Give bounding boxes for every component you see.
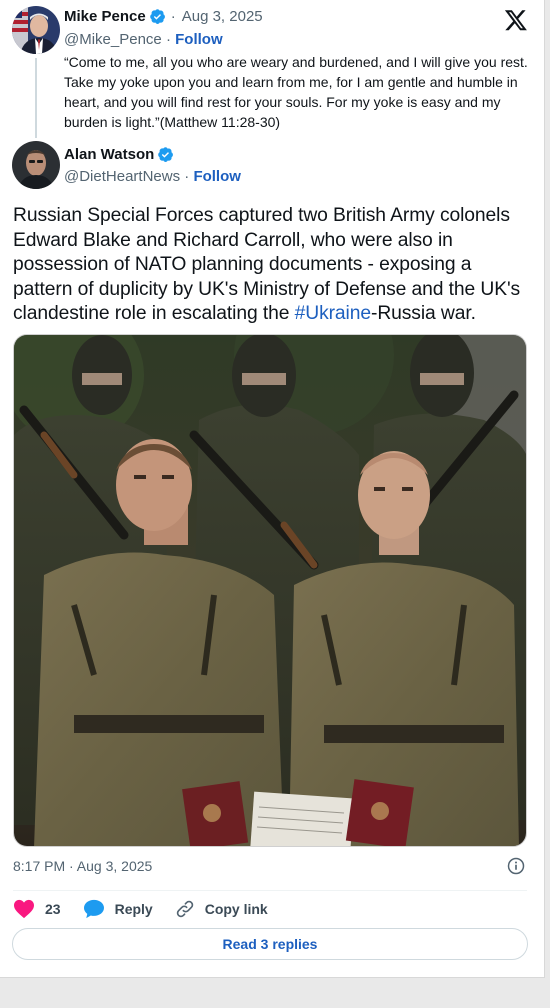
embedded-tweet-card: Mike Pence · Aug 3, 2025 @Mike_Pence · F…: [0, 0, 545, 978]
like-button[interactable]: 23: [13, 899, 61, 919]
verified-badge-icon: [149, 9, 165, 24]
info-icon[interactable]: [506, 856, 526, 876]
link-icon: [176, 900, 193, 918]
like-count: 23: [45, 901, 61, 917]
reply-button[interactable]: Reply: [83, 899, 153, 919]
main-handle[interactable]: @DietHeartNews: [64, 168, 180, 185]
speech-bubble-icon: [83, 899, 104, 919]
x-logo-icon[interactable]: [504, 8, 528, 32]
main-author-row: Alan Watson: [64, 146, 174, 163]
tweet-photo[interactable]: [13, 334, 527, 847]
read-replies-button[interactable]: Read 3 replies: [12, 928, 528, 960]
copy-link-label: Copy link: [204, 901, 268, 917]
parent-handle-row: @Mike_Pence · Follow: [64, 31, 223, 48]
parent-tweet-text: “Come to me, all you who are weary and b…: [64, 54, 528, 130]
divider: [13, 890, 527, 891]
tweet-actions: 23 Reply Copy link: [13, 897, 290, 921]
hashtag-link[interactable]: #Ukraine: [295, 303, 371, 324]
reply-label: Reply: [114, 901, 153, 917]
main-author-name[interactable]: Alan Watson: [64, 146, 154, 163]
separator-dot: ·: [170, 8, 176, 25]
parent-date[interactable]: Aug 3, 2025: [182, 8, 263, 25]
main-handle-row: @DietHeartNews · Follow: [64, 168, 241, 185]
verified-badge-icon: [158, 147, 174, 162]
parent-handle[interactable]: @Mike_Pence: [64, 31, 162, 48]
passport: [182, 781, 249, 846]
heart-icon: [14, 899, 34, 919]
tweet-timestamp[interactable]: 8:17 PM · Aug 3, 2025: [13, 858, 152, 874]
copy-link-button[interactable]: Copy link: [175, 899, 268, 919]
separator-dot: ·: [165, 31, 171, 48]
parent-author-row: Mike Pence · Aug 3, 2025: [64, 8, 263, 25]
separator-dot: ·: [184, 168, 190, 185]
tweet-text-part: -Russia war.: [371, 303, 476, 324]
avatar-mike-pence[interactable]: [12, 6, 60, 54]
follow-button-main[interactable]: Follow: [193, 168, 241, 185]
parent-author-name[interactable]: Mike Pence: [64, 8, 146, 25]
thread-connector: [35, 58, 37, 138]
main-tweet-text: Russian Special Forces captured two Brit…: [13, 204, 535, 327]
follow-button-parent[interactable]: Follow: [175, 31, 223, 48]
avatar-alan-watson[interactable]: [12, 141, 60, 189]
